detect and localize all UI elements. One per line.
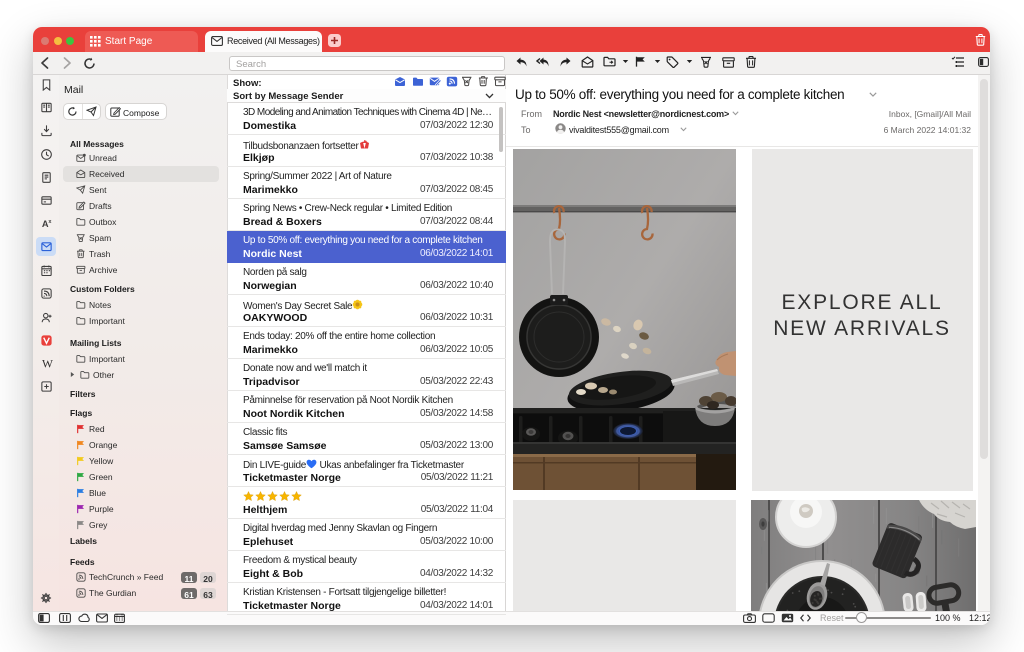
svg-text:x: x (48, 219, 52, 225)
svg-text:W: W (42, 358, 53, 370)
